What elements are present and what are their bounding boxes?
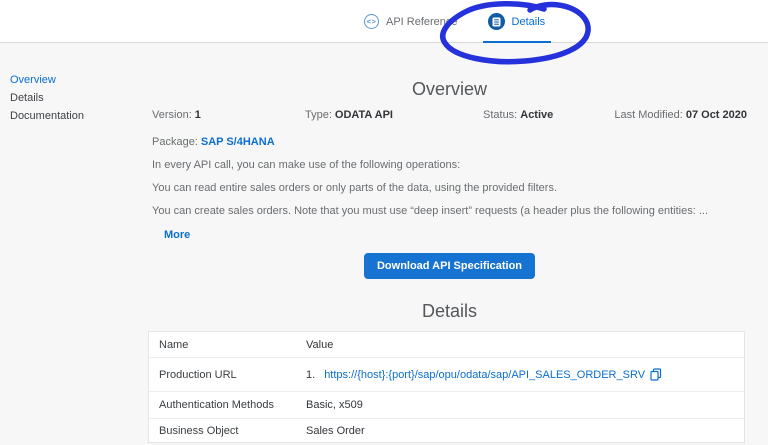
package-field: Package:SAP S/4HANA [152, 136, 275, 148]
status-field: Status:Active [483, 109, 553, 121]
active-tab-underline [483, 41, 552, 43]
column-header-name: Name [149, 339, 306, 351]
column-header-value: Value [306, 339, 744, 351]
tab-bar: <> API Reference Details [364, 0, 545, 43]
tab-details[interactable]: Details [488, 0, 546, 43]
package-link[interactable]: SAP S/4HANA [201, 136, 275, 148]
download-button-row: Download API Specification [152, 253, 747, 279]
table-row-production-url: Production URL 1. https://{host}:{port}/… [149, 358, 744, 392]
type-field: Type:ODATA API [305, 109, 393, 121]
sidebar-item-details[interactable]: Details [10, 92, 84, 104]
overview-metadata: Version:1 Type:ODATA API Status:Active L… [152, 109, 747, 122]
details-table: Name Value Production URL 1. https://{ho… [148, 331, 745, 443]
sidebar-item-overview[interactable]: Overview [10, 74, 84, 86]
api-details-page: <> API Reference Details Overview [0, 0, 768, 445]
header: <> API Reference Details [0, 0, 768, 43]
tab-details-label: Details [512, 16, 546, 28]
description-paragraph: You can create sales orders. Note that y… [152, 205, 747, 217]
package-label: Package: [152, 136, 198, 148]
more-link[interactable]: More [164, 229, 190, 241]
tab-api-reference[interactable]: <> API Reference [364, 0, 458, 43]
table-row-business-object: Business Object Sales Order [149, 419, 744, 442]
overview-heading: Overview [152, 79, 747, 100]
list-number: 1. [306, 369, 315, 381]
side-navigation: Overview Details Documentation [10, 74, 84, 122]
description-paragraph: In every API call, you can make use of t… [152, 159, 747, 171]
last-modified-field: Last Modified:07 Oct 2020 [614, 109, 747, 121]
sidebar-item-documentation[interactable]: Documentation [10, 110, 84, 122]
version-field: Version:1 [152, 109, 201, 121]
table-header-row: Name Value [149, 332, 744, 358]
table-row-authentication-methods: Authentication Methods Basic, x509 [149, 392, 744, 419]
code-angle-brackets-icon: <> [364, 14, 379, 29]
document-list-icon [488, 13, 505, 30]
details-heading: Details [152, 301, 747, 322]
copy-icon[interactable] [650, 368, 662, 381]
tab-api-reference-label: API Reference [386, 16, 458, 28]
production-url-link[interactable]: https://{host}:{port}/sap/opu/odata/sap/… [324, 369, 645, 381]
download-api-specification-button[interactable]: Download API Specification [364, 253, 535, 279]
description-paragraph: You can read entire sales orders or only… [152, 182, 747, 194]
